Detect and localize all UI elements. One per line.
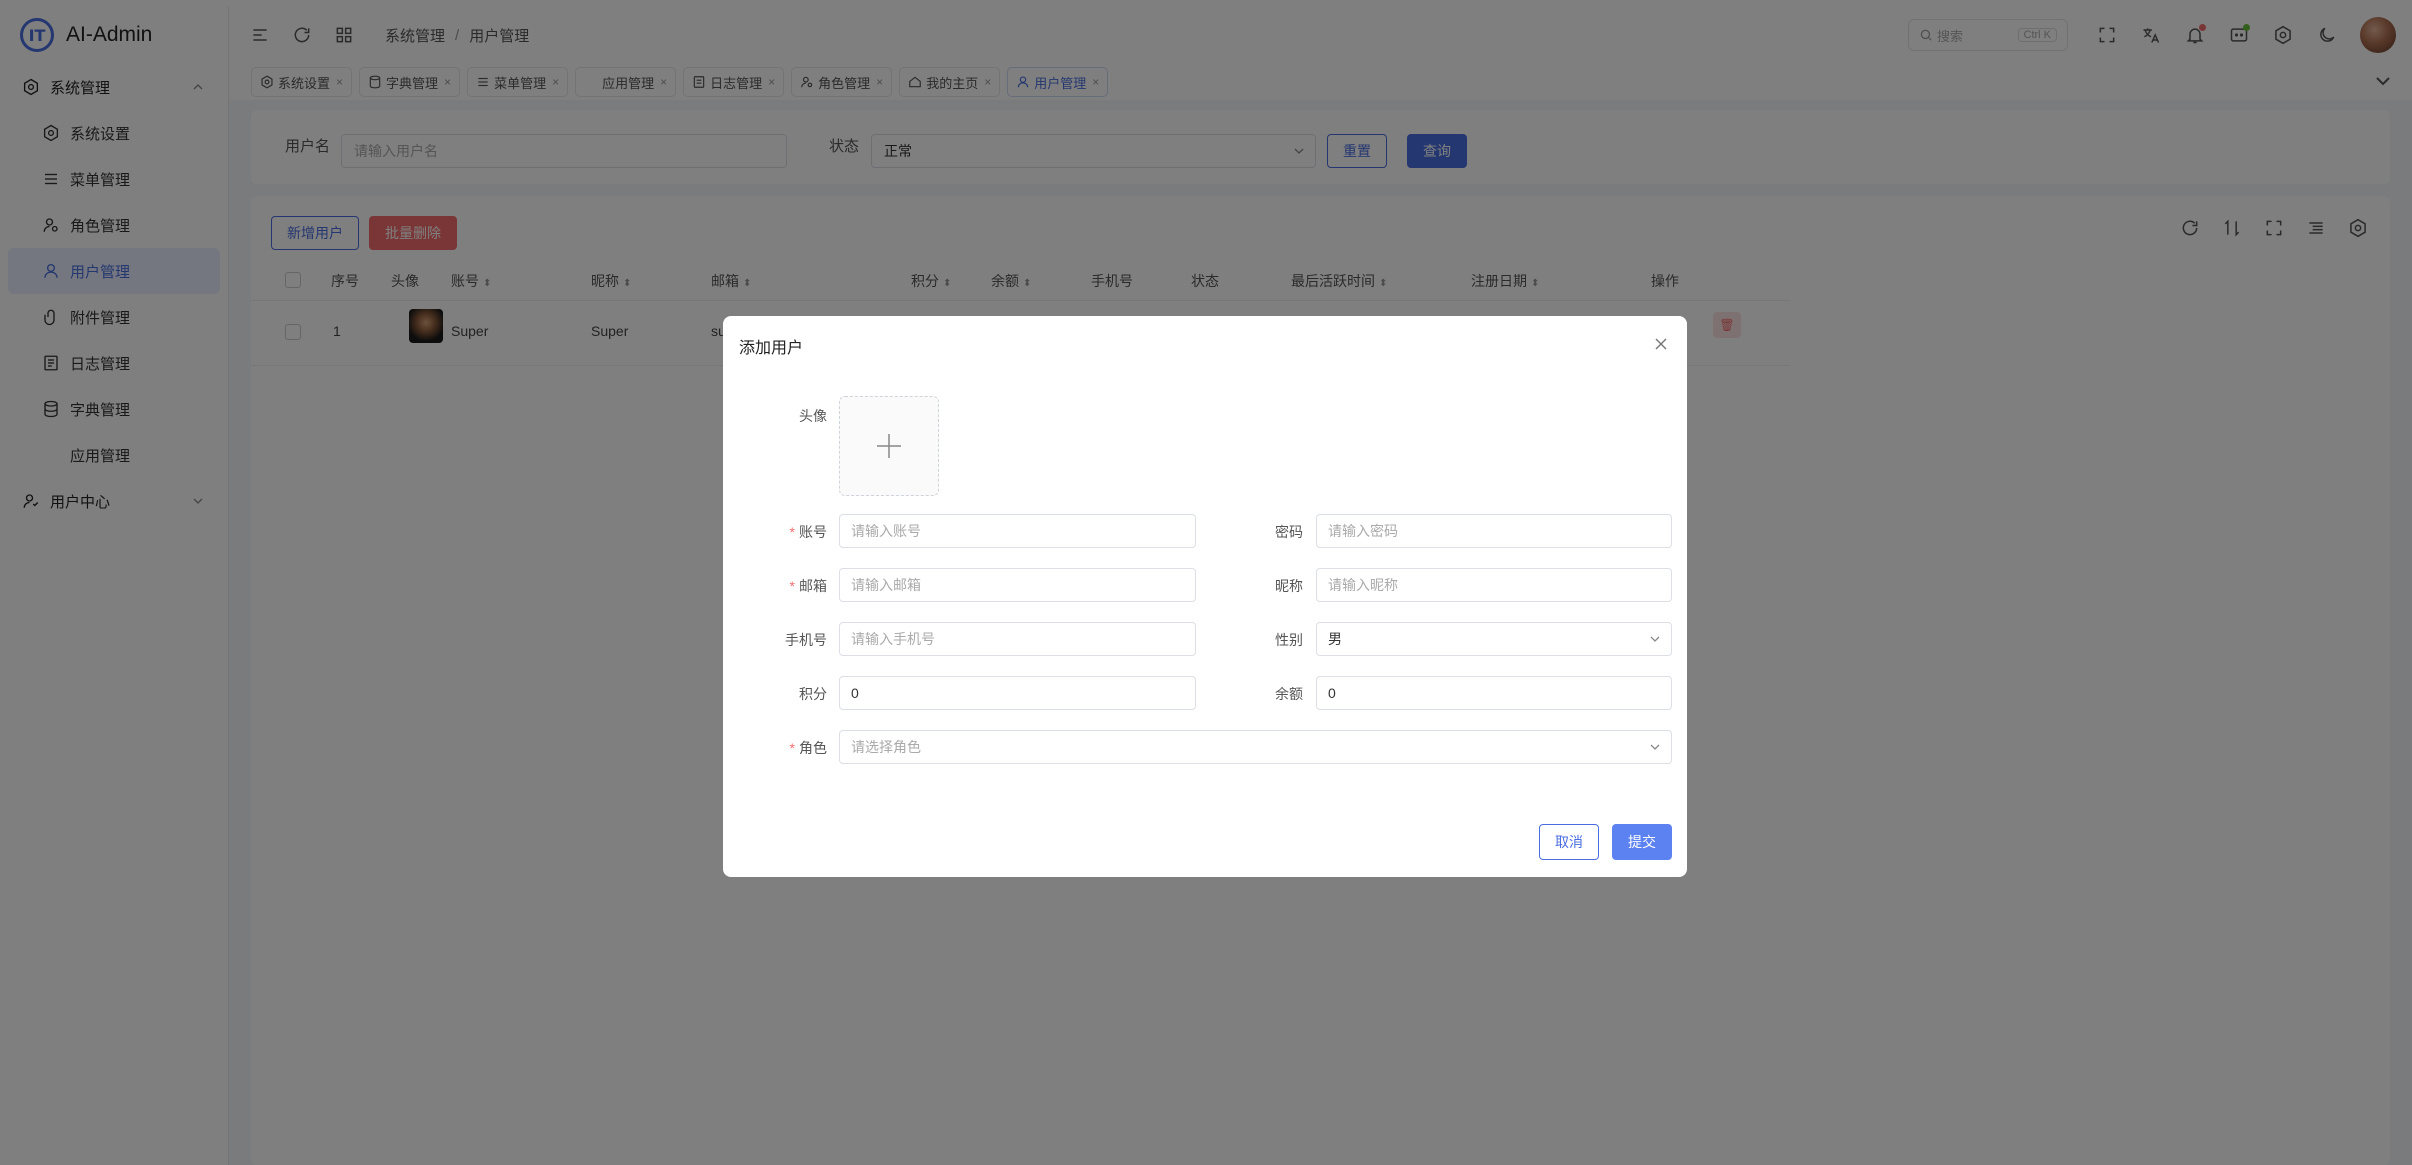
phone-label: 手机号 <box>785 632 827 648</box>
account-label: * 账号 <box>789 524 827 540</box>
role-label: * 角色 <box>789 740 827 756</box>
submit-button[interactable]: 提交 <box>1612 824 1672 860</box>
nickname-input[interactable]: 请输入昵称 <box>1316 568 1672 602</box>
cancel-button[interactable]: 取消 <box>1539 824 1599 860</box>
gender-value: 男 <box>1328 631 1342 647</box>
chevron-down-icon <box>1650 744 1660 750</box>
gender-label: 性别 <box>1275 632 1303 648</box>
points-input[interactable]: 0 <box>839 676 1196 710</box>
gender-select[interactable]: 男 <box>1316 622 1672 656</box>
points-label: 积分 <box>799 686 827 702</box>
password-label: 密码 <box>1275 524 1303 540</box>
balance-label: 余额 <box>1275 686 1303 702</box>
dialog-title: 添加用户 <box>739 340 804 357</box>
avatar-label: 头像 <box>799 408 827 424</box>
plus-icon <box>877 434 901 458</box>
balance-input[interactable]: 0 <box>1316 676 1672 710</box>
email-label: * 邮箱 <box>789 578 827 594</box>
chevron-down-icon <box>1650 636 1660 642</box>
nickname-label: 昵称 <box>1275 578 1303 594</box>
email-input[interactable]: 请输入邮箱 <box>839 568 1196 602</box>
close-icon[interactable] <box>1653 336 1669 352</box>
role-placeholder: 请选择角色 <box>851 739 921 755</box>
account-input[interactable]: 请输入账号 <box>839 514 1196 548</box>
avatar-upload[interactable] <box>839 396 939 496</box>
phone-input[interactable]: 请输入手机号 <box>839 622 1196 656</box>
role-select[interactable]: 请选择角色 <box>839 730 1672 764</box>
password-input[interactable]: 请输入密码 <box>1316 514 1672 548</box>
add-user-dialog: 添加用户 头像 * 账号 请输入账号 密码 请输入密码 * 邮箱 请输入邮箱 昵称 … <box>723 316 1687 877</box>
